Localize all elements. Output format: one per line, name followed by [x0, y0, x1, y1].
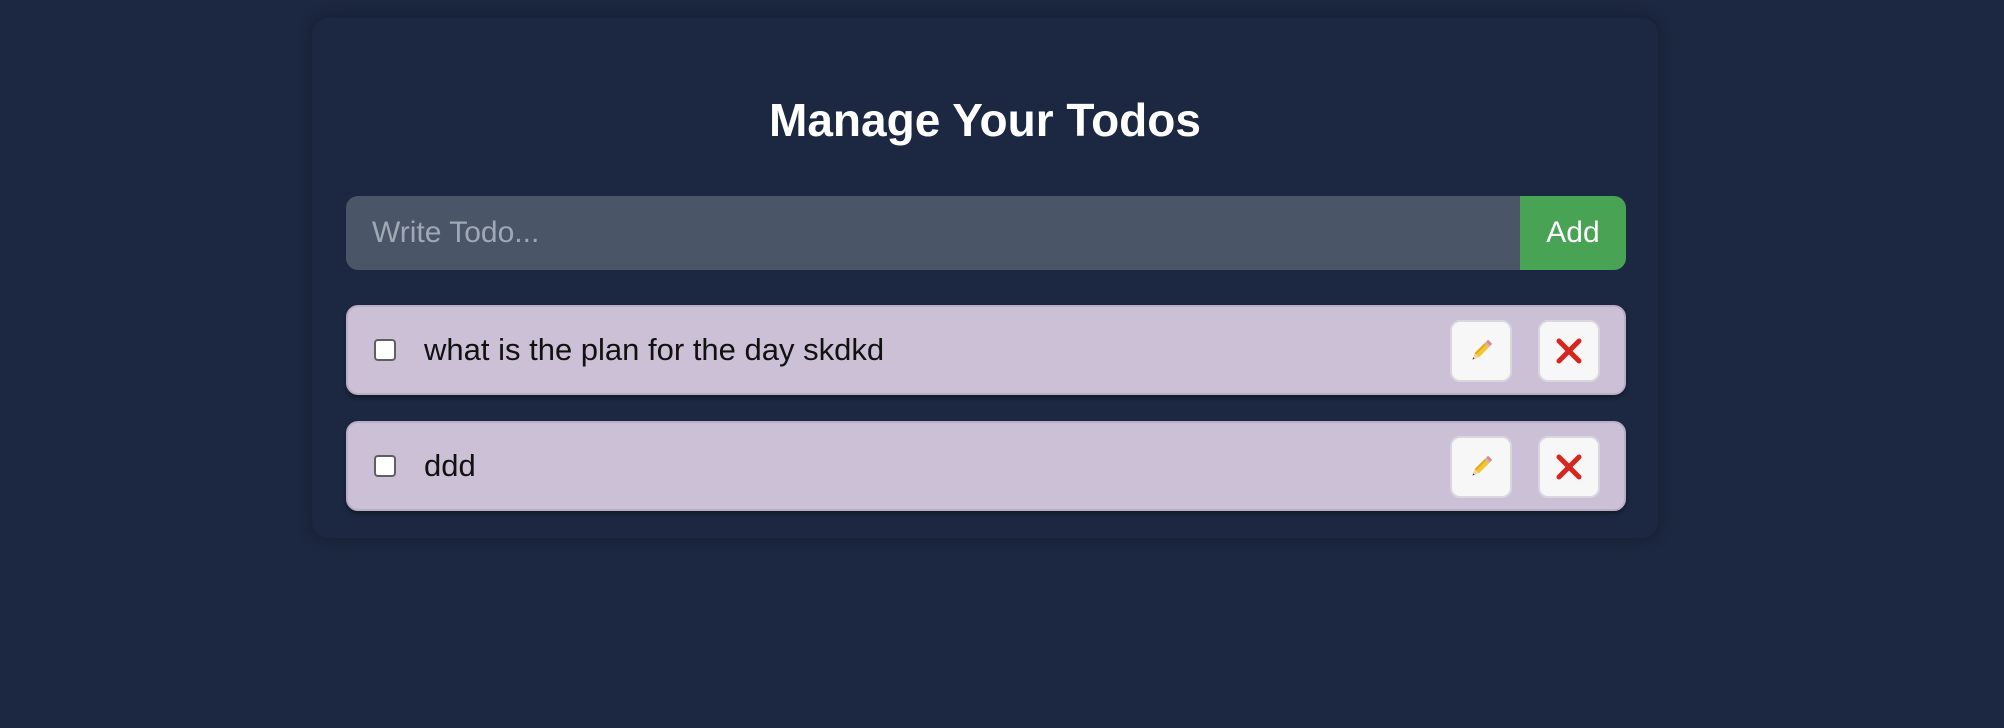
todo-list: what is the plan for the day skdkd ddd — [346, 305, 1626, 537]
todo-checkbox[interactable] — [374, 339, 396, 361]
edit-button[interactable] — [1450, 436, 1512, 498]
todo-item: ddd — [346, 421, 1626, 511]
pencil-icon — [1466, 336, 1496, 366]
page-title: Manage Your Todos — [769, 94, 1201, 146]
add-button[interactable]: Add — [1520, 196, 1626, 270]
todo-item: what is the plan for the day skdkd — [346, 305, 1626, 395]
close-icon — [1554, 336, 1584, 366]
add-todo-form: Add — [346, 196, 1626, 270]
close-icon — [1554, 452, 1584, 482]
todo-text: ddd — [424, 448, 476, 483]
todo-input[interactable] — [346, 196, 1520, 270]
delete-button[interactable] — [1538, 436, 1600, 498]
todo-text: what is the plan for the day skdkd — [424, 332, 885, 367]
todo-checkbox[interactable] — [374, 455, 396, 477]
edit-button[interactable] — [1450, 320, 1512, 382]
delete-button[interactable] — [1538, 320, 1600, 382]
pencil-icon — [1466, 452, 1496, 482]
todo-card: Manage Your Todos Add what is the plan f… — [312, 18, 1658, 538]
